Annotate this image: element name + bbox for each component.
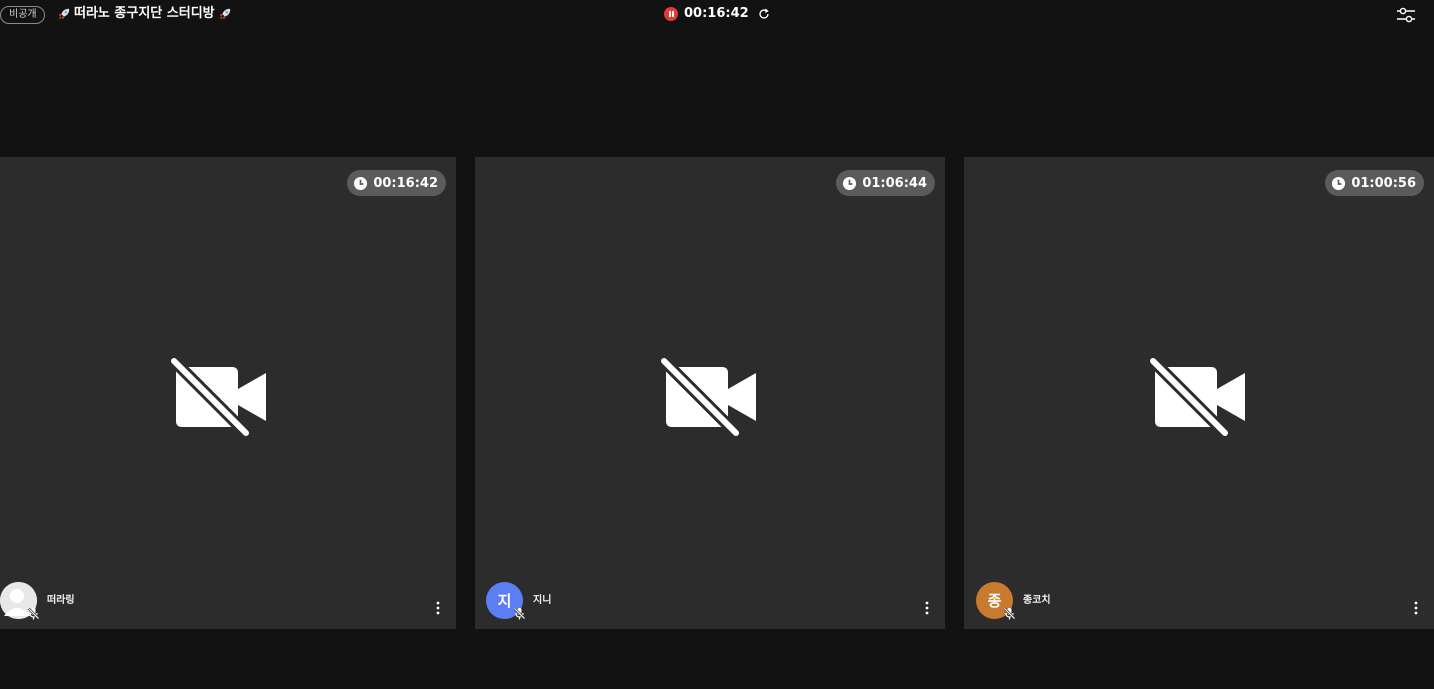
study-time-text: 01:00:56 <box>1351 175 1416 191</box>
participant-info: 떠라링 <box>0 581 75 619</box>
more-options-icon[interactable] <box>436 601 440 615</box>
camera-off-icon <box>1149 357 1245 437</box>
session-timer: 00:16:42 <box>664 5 771 23</box>
settings-sliders-icon[interactable] <box>1396 6 1416 24</box>
avatar: 지 <box>486 581 526 619</box>
study-time-text: 01:06:44 <box>862 175 927 191</box>
study-time-chip: 00:16:42 <box>347 170 446 196</box>
privacy-badge: 비공개 <box>0 6 45 24</box>
pause-icon[interactable] <box>664 7 678 21</box>
participant-info: 종 종코치 <box>976 581 1051 619</box>
room-title-text: 떠라노 종구지단 스터디방 <box>74 6 215 21</box>
participant-info: 지 지니 <box>486 581 551 619</box>
participant-tile[interactable]: 01:06:44 지 지니 <box>475 157 945 629</box>
study-time-chip: 01:06:44 <box>836 170 935 196</box>
clock-icon <box>354 176 368 190</box>
rocket-icon <box>219 8 230 20</box>
room-title: 떠라노 종구지단 스터디방 <box>57 5 232 23</box>
rocket-icon <box>58 8 70 20</box>
avatar: 종 <box>976 581 1016 619</box>
participant-tile[interactable]: 01:00:56 종 종코치 <box>964 157 1434 629</box>
avatar-initial: 지 <box>497 591 512 610</box>
participant-name: 종코치 <box>1023 594 1051 606</box>
clock-icon <box>843 176 857 190</box>
participant-name: 지니 <box>533 594 552 606</box>
more-options-icon[interactable] <box>925 601 929 615</box>
camera-off-icon <box>170 357 266 437</box>
more-options-icon[interactable] <box>1414 601 1418 615</box>
study-time-text: 00:16:42 <box>373 175 438 191</box>
study-time-chip: 01:00:56 <box>1325 170 1424 196</box>
clock-icon <box>1332 176 1346 190</box>
participant-name: 떠라링 <box>47 594 75 606</box>
avatar <box>0 581 40 619</box>
session-timer-text: 00:16:42 <box>684 6 749 21</box>
camera-off-icon <box>660 357 756 437</box>
mic-off-icon <box>513 607 526 619</box>
mic-off-icon <box>27 607 40 619</box>
mic-off-icon <box>1003 607 1016 619</box>
avatar-initial: 종 <box>987 591 1002 610</box>
refresh-icon[interactable] <box>757 7 771 21</box>
participant-tile[interactable]: 00:16:42 떠라링 <box>0 157 456 629</box>
top-bar: 비공개 떠라노 종구지단 스터디방 00:16:42 <box>0 0 1434 30</box>
